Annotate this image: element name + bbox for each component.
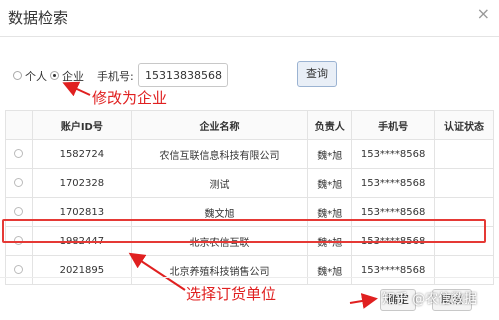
arrow-to-enterprise-icon bbox=[62, 81, 91, 97]
footer-divider bbox=[0, 277, 499, 278]
watermark: 知乎 @农信数据 bbox=[382, 292, 478, 307]
arrow-to-selected-row-icon bbox=[128, 252, 186, 291]
arrow-to-confirm-icon bbox=[349, 293, 378, 309]
annotation-arrows bbox=[62, 81, 378, 309]
